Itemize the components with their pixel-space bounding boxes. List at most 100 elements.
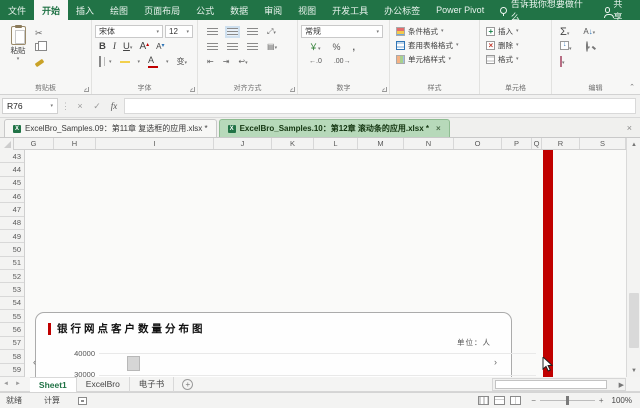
percent-style-button[interactable]: %: [333, 42, 341, 52]
collapse-ribbon-icon[interactable]: ⌃: [629, 83, 635, 91]
accounting-format-button[interactable]: ￥▾: [309, 40, 321, 53]
document-tab-1[interactable]: X ExcelBro_Samples.09：第11章 复选框的应用.xlsx *: [4, 119, 217, 137]
formula-input[interactable]: [124, 98, 636, 114]
vertical-scrollbar-thumb[interactable]: [629, 293, 639, 348]
sheet-tab-电子书[interactable]: 电子书: [130, 376, 175, 392]
new-sheet-button[interactable]: +: [182, 378, 194, 390]
bar-chart[interactable]: 银行网点客户数量分布图 单位：人 01000020000300004000054…: [35, 312, 536, 377]
underline-button[interactable]: U▾: [123, 41, 132, 52]
align-middle-button[interactable]: [225, 25, 240, 38]
row-header-56[interactable]: 56: [0, 323, 24, 337]
menu-tab-审阅[interactable]: 审阅: [256, 0, 290, 20]
column-header-H[interactable]: H: [54, 138, 96, 149]
clear-button[interactable]: ▾: [560, 56, 565, 67]
comma-style-button[interactable]: ,: [353, 42, 356, 52]
phonetic-button[interactable]: 变▾: [177, 56, 188, 67]
enter-icon[interactable]: ✓: [90, 101, 104, 112]
sheet-tab-Sheet1[interactable]: Sheet1: [29, 376, 77, 392]
alignment-dialog-launcher[interactable]: [290, 87, 295, 92]
format-cells-button[interactable]: 格式 ▾: [486, 52, 548, 66]
menu-tab-视图[interactable]: 视图: [290, 0, 324, 20]
menu-tab-办公标签[interactable]: 办公标签: [376, 0, 428, 20]
menu-tab-开始[interactable]: 开始: [34, 0, 69, 20]
italic-button[interactable]: I: [113, 41, 116, 52]
zoom-in-icon[interactable]: +: [599, 396, 604, 405]
column-header-I[interactable]: I: [96, 138, 214, 149]
tab-bar-close-icon[interactable]: ×: [627, 123, 632, 133]
orientation-button[interactable]: ⤢▾: [267, 27, 276, 37]
calculate-status[interactable]: 计算: [44, 395, 60, 406]
insert-function-icon[interactable]: fx: [107, 101, 121, 111]
clipboard-dialog-launcher[interactable]: [84, 87, 89, 92]
insert-cells-button[interactable]: 插入▾: [486, 24, 548, 38]
zoom-out-icon[interactable]: −: [531, 396, 536, 405]
find-select-button[interactable]: ▾: [585, 41, 590, 52]
font-size-combo[interactable]: 12 ▾: [165, 25, 193, 38]
zoom-slider-thumb[interactable]: [565, 396, 569, 405]
row-header-47[interactable]: 47: [0, 203, 24, 217]
format-as-table-button[interactable]: 套用表格格式 ▾: [396, 38, 476, 52]
menu-tab-插入[interactable]: 插入: [68, 0, 102, 20]
number-format-combo[interactable]: 常规 ▾: [301, 25, 383, 38]
cell-styles-button[interactable]: 单元格样式 ▾: [396, 52, 476, 66]
decrease-decimal-button[interactable]: .00→: [334, 58, 351, 65]
column-header-N[interactable]: N: [404, 138, 454, 149]
tell-me-search[interactable]: 告诉我你想要做什么: [492, 0, 594, 22]
menu-tab-文件[interactable]: 文件: [0, 0, 34, 20]
row-header-58[interactable]: 58: [0, 350, 24, 364]
fill-button[interactable]: ▾: [560, 41, 572, 52]
column-header-P[interactable]: P: [502, 138, 532, 149]
page-break-view-icon[interactable]: [510, 396, 522, 405]
merge-center-button[interactable]: ▤▾: [267, 42, 277, 51]
row-header-57[interactable]: 57: [0, 337, 24, 351]
share-button[interactable]: 共享: [595, 0, 640, 22]
scroll-down-icon[interactable]: ▼: [627, 364, 640, 377]
copy-button[interactable]: ▾: [35, 41, 88, 53]
font-color-button[interactable]: A: [148, 55, 159, 68]
align-center-button[interactable]: [227, 42, 238, 51]
column-header-O[interactable]: O: [454, 138, 502, 149]
horizontal-scrollbar-thumb[interactable]: [495, 380, 607, 389]
name-box[interactable]: R76 ▾: [2, 98, 58, 114]
align-left-button[interactable]: [207, 42, 218, 51]
scroll-right-icon[interactable]: ▶: [619, 381, 624, 389]
column-header-M[interactable]: M: [358, 138, 404, 149]
row-header-49[interactable]: 49: [0, 230, 24, 244]
increase-indent-button[interactable]: ⇥: [223, 57, 230, 66]
shrink-font-button[interactable]: A▾: [156, 42, 164, 51]
bold-button[interactable]: B: [99, 41, 106, 52]
align-bottom-button[interactable]: [247, 27, 258, 36]
vertical-scrollbar[interactable]: ▲ ▼: [626, 138, 640, 377]
menu-tab-Power Pivot[interactable]: Power Pivot: [428, 0, 492, 20]
menu-tab-公式[interactable]: 公式: [188, 0, 222, 20]
scroll-up-icon[interactable]: ▲: [627, 138, 640, 151]
macro-record-icon[interactable]: [78, 396, 87, 405]
zoom-slider[interactable]: [539, 396, 595, 405]
cancel-icon[interactable]: ×: [73, 101, 87, 111]
row-header-55[interactable]: 55: [0, 310, 24, 324]
row-header-48[interactable]: 48: [0, 217, 24, 231]
normal-view-icon[interactable]: [478, 396, 490, 405]
delete-cells-button[interactable]: 删除▾: [486, 38, 548, 52]
row-header-59[interactable]: 59: [0, 364, 24, 377]
increase-decimal-button[interactable]: ←.0: [309, 58, 322, 65]
chart-scrollbar-left-arrow[interactable]: ‹: [33, 357, 36, 367]
horizontal-scrollbar[interactable]: ▶: [492, 378, 626, 391]
select-all-corner[interactable]: [0, 138, 14, 150]
column-header-R[interactable]: R: [542, 138, 580, 149]
tab-nav-right-icon[interactable]: ►: [12, 381, 24, 387]
column-header-Q[interactable]: Q: [532, 138, 542, 149]
menu-tab-数据[interactable]: 数据: [222, 0, 256, 20]
column-header-L[interactable]: L: [314, 138, 358, 149]
document-tab-2[interactable]: X ExcelBro_Samples.10：第12章 滚动条的应用.xlsx * ×: [218, 119, 450, 137]
close-tab-icon[interactable]: ×: [436, 124, 441, 133]
row-header-44[interactable]: 44: [0, 163, 24, 177]
format-painter-button[interactable]: [34, 55, 88, 68]
align-top-button[interactable]: [207, 27, 218, 36]
sort-filter-button[interactable]: A↓▾: [583, 27, 595, 36]
column-header-K[interactable]: K: [272, 138, 314, 149]
borders-button[interactable]: [99, 56, 101, 67]
column-header-J[interactable]: J: [214, 138, 272, 149]
grow-font-button[interactable]: A▴: [139, 41, 149, 52]
cut-button[interactable]: ✂: [35, 27, 88, 39]
